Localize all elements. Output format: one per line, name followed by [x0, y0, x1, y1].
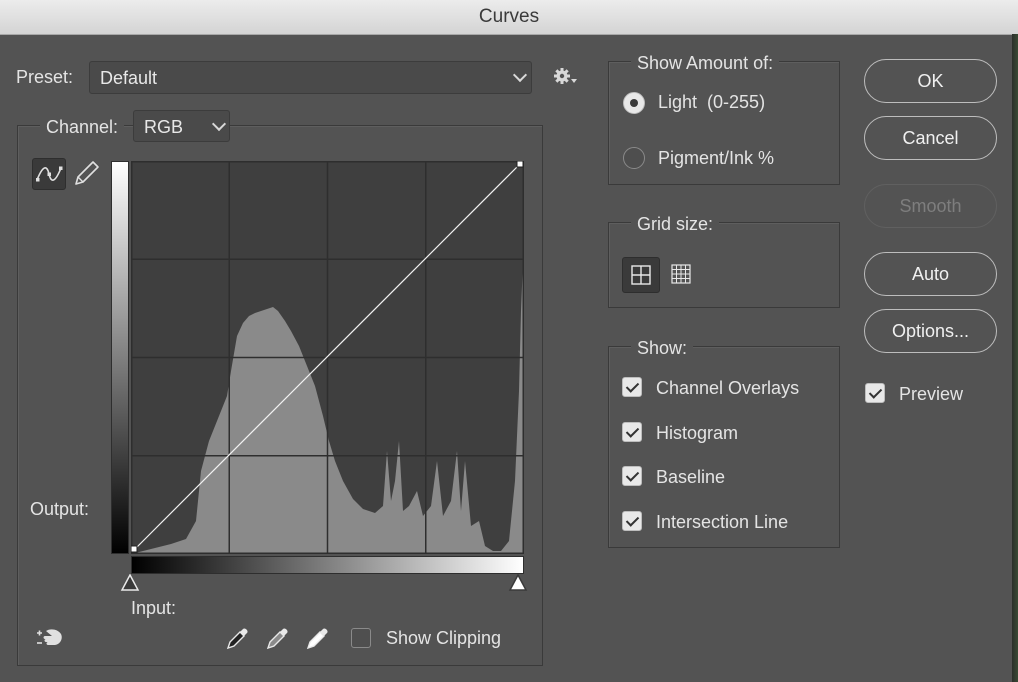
show-clipping-label: Show Clipping — [386, 628, 502, 648]
show-amount-title: Show Amount of: — [631, 53, 780, 74]
background-edge — [1012, 34, 1018, 682]
black-point-eyedropper[interactable] — [224, 624, 252, 652]
pigment-radio[interactable] — [623, 147, 645, 169]
curve-point-tool[interactable] — [32, 158, 66, 190]
pencil-icon — [75, 161, 99, 185]
preset-label: Preset: — [16, 67, 74, 87]
gear-icon[interactable] — [552, 66, 578, 88]
show-title: Show: — [631, 338, 694, 359]
chevron-down-icon — [512, 67, 528, 83]
light-radio-label: Light (0-255) — [658, 92, 766, 112]
show-clipping-checkbox[interactable] — [351, 628, 371, 648]
channel-label: Channel: — [40, 117, 125, 138]
curve-point-white[interactable] — [516, 160, 524, 168]
pigment-radio-label: Pigment/Ink % — [658, 148, 775, 168]
histogram-label: Histogram — [656, 423, 739, 443]
curves-graph[interactable] — [130, 160, 524, 554]
chevron-down-icon — [211, 116, 227, 132]
preset-value: Default — [100, 68, 158, 88]
baseline-label: Baseline — [656, 467, 726, 487]
curve-point-icon — [36, 166, 63, 182]
smooth-button[interactable]: Smooth — [864, 184, 997, 228]
intersection-line-checkbox[interactable] — [622, 511, 642, 531]
channel-value: RGB — [144, 117, 184, 137]
gray-point-eyedropper[interactable] — [264, 624, 292, 652]
simple-grid-button[interactable] — [622, 257, 660, 293]
options-button[interactable]: Options... — [864, 309, 997, 353]
targeted-adjustment-tool[interactable] — [34, 625, 66, 651]
output-gradient-bar — [111, 161, 129, 554]
detailed-grid-icon — [671, 264, 691, 284]
preview-checkbox[interactable] — [865, 383, 885, 403]
white-point-eyedropper-icon — [306, 628, 328, 650]
channel-dropdown[interactable]: RGB — [133, 110, 230, 142]
light-radio[interactable] — [623, 92, 645, 114]
pencil-tool[interactable] — [70, 158, 104, 190]
input-label: Input: — [131, 598, 177, 618]
hand-adjust-icon — [37, 629, 62, 645]
preset-dropdown[interactable]: Default — [89, 61, 532, 94]
histogram-checkbox[interactable] — [622, 422, 642, 442]
grid-size-title: Grid size: — [631, 214, 720, 235]
gray-point-eyedropper-icon — [266, 628, 288, 650]
white-point-eyedropper[interactable] — [304, 624, 332, 652]
simple-grid-icon — [631, 265, 651, 285]
intersection-line-label: Intersection Line — [656, 512, 789, 532]
baseline-checkbox[interactable] — [622, 466, 642, 486]
channel-overlays-checkbox[interactable] — [622, 377, 642, 397]
window-title: Curves — [478, 6, 540, 27]
black-input-slider[interactable] — [120, 573, 140, 592]
preview-label: Preview — [899, 384, 964, 404]
white-input-slider[interactable] — [508, 573, 528, 592]
ok-button[interactable]: OK — [864, 59, 997, 103]
channel-overlays-label: Channel Overlays — [656, 378, 800, 398]
auto-button[interactable]: Auto — [864, 252, 997, 296]
cancel-button[interactable]: Cancel — [864, 116, 997, 160]
detailed-grid-button[interactable] — [664, 257, 700, 291]
input-gradient-bar — [131, 556, 524, 574]
curve-point-black[interactable] — [130, 545, 138, 553]
output-label: Output: — [30, 499, 90, 519]
black-point-eyedropper-icon — [226, 628, 248, 650]
